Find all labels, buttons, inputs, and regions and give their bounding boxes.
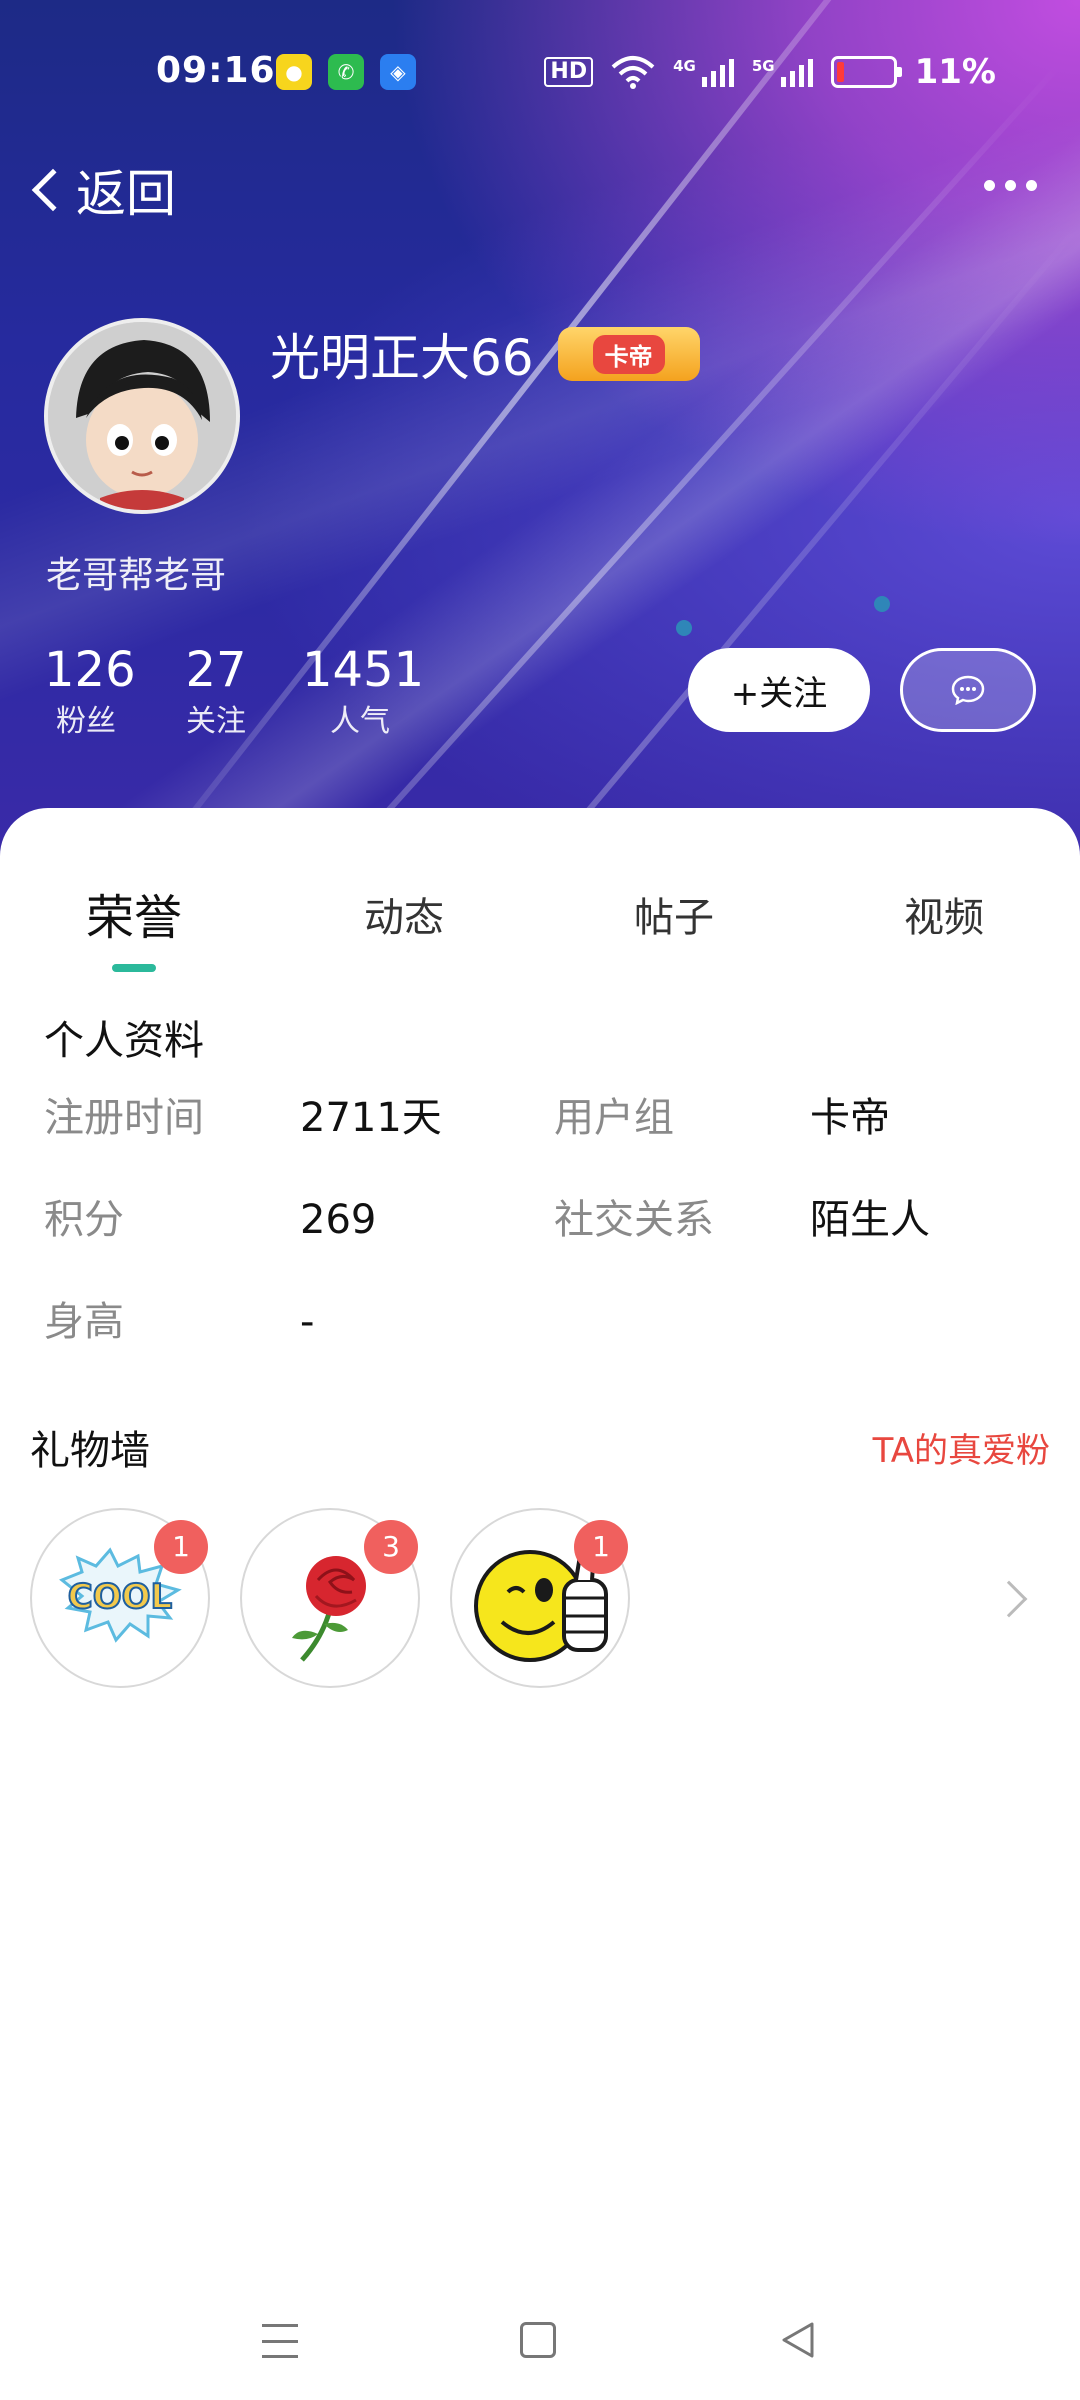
signal-4g-icon: 4G xyxy=(673,57,734,87)
badge-label: 卡帝 xyxy=(592,334,665,374)
back-triangle-icon[interactable] xyxy=(778,2320,818,2360)
user-signature: 老哥帮老哥 xyxy=(46,555,227,596)
profile-header: 09:16 ● ✆ ◈ HD 4G 5G 11% 返回 光明正大66 卡帝 老哥… xyxy=(0,0,1080,860)
stat-fans[interactable]: 126 粉丝 xyxy=(44,640,136,744)
svg-text:COOL: COOL xyxy=(68,1577,172,1617)
tab-label: 视频 xyxy=(904,895,984,941)
notification-app-icon: ● xyxy=(276,54,312,90)
signal-5g-icon: 5G xyxy=(752,57,813,87)
decor-dot xyxy=(874,596,890,612)
battery-percent: 11% xyxy=(914,52,996,92)
tab-label: 荣誉 xyxy=(85,890,182,946)
status-bar: 09:16 ● ✆ ◈ HD 4G 5G 11% xyxy=(0,40,1080,110)
gift-item-cool[interactable]: COOL 1 xyxy=(30,1508,210,1688)
chat-bubble-icon xyxy=(951,675,985,705)
back-label: 返回 xyxy=(76,165,176,223)
stat-label: 粉丝 xyxy=(56,704,116,739)
user-group-badge: 卡帝 xyxy=(557,327,700,381)
system-nav-bar xyxy=(0,2280,1080,2400)
tab-bar: 荣誉 动态 帖子 视频 xyxy=(0,868,1080,978)
shield-app-icon: ◈ xyxy=(380,54,416,90)
info-key-points: 积分 xyxy=(44,1197,124,1243)
gift-item-rose[interactable]: 3 xyxy=(240,1508,420,1688)
stat-value: 1451 xyxy=(302,642,425,698)
follow-button[interactable]: +关注 xyxy=(688,648,870,732)
gift-count-badge: 1 xyxy=(574,1520,628,1574)
avatar-image xyxy=(48,322,236,510)
home-icon[interactable] xyxy=(520,2322,556,2358)
stat-label: 人气 xyxy=(330,704,390,739)
tab-activity[interactable]: 动态 xyxy=(304,868,504,968)
status-time: 09:16 xyxy=(156,50,276,91)
chevron-left-icon xyxy=(31,168,75,212)
content-sheet: 荣誉 动态 帖子 视频 个人资料 注册时间 2711天 用户组 卡帝 积分 26… xyxy=(0,808,1080,2400)
tab-posts[interactable]: 帖子 xyxy=(574,868,774,968)
light-streak xyxy=(123,60,1065,860)
gift-count-badge: 3 xyxy=(364,1520,418,1574)
gift-wall-title: 礼物墙 xyxy=(30,1428,150,1474)
info-key-height: 身高 xyxy=(44,1299,124,1345)
info-key-user-group: 用户组 xyxy=(554,1095,674,1141)
gift-wall-header: 礼物墙 TA的真爱粉 xyxy=(30,1416,1050,1486)
more-options-button[interactable] xyxy=(970,160,1050,210)
username-row: 光明正大66 卡帝 xyxy=(270,318,700,390)
menu-icon[interactable] xyxy=(262,2324,298,2358)
back-button[interactable]: 返回 xyxy=(30,150,176,230)
stat-value: 27 xyxy=(185,642,247,698)
stat-value: 126 xyxy=(44,642,136,698)
personal-info-title: 个人资料 xyxy=(44,1018,204,1064)
wifi-icon xyxy=(611,56,655,89)
info-key-register-time: 注册时间 xyxy=(44,1095,204,1141)
battery-icon xyxy=(830,56,902,88)
hd-icon: HD xyxy=(544,57,594,87)
info-value-register-time: 2711天 xyxy=(300,1095,442,1141)
decor-dot xyxy=(676,620,692,636)
gift-count-badge: 1 xyxy=(154,1520,208,1574)
info-value-user-group: 卡帝 xyxy=(810,1095,890,1141)
chevron-right-icon[interactable] xyxy=(990,1580,1028,1618)
info-value-relation: 陌生人 xyxy=(810,1197,930,1243)
system-icons: HD 4G 5G 11% xyxy=(544,52,996,92)
tab-videos[interactable]: 视频 xyxy=(844,868,1044,968)
stat-following[interactable]: 27 关注 xyxy=(180,640,252,744)
info-value-height: - xyxy=(300,1299,315,1345)
info-key-relation: 社交关系 xyxy=(554,1197,714,1243)
username: 光明正大66 xyxy=(270,329,534,387)
phone-app-icon: ✆ xyxy=(328,54,364,90)
tab-honor[interactable]: 荣誉 xyxy=(34,868,234,972)
avatar[interactable] xyxy=(44,318,240,514)
stat-popularity: 1451 人气 xyxy=(302,640,425,744)
stat-label: 关注 xyxy=(186,704,246,739)
top-fans-link[interactable]: TA的真爱粉 xyxy=(873,1416,1050,1486)
gift-item-thumbs-up[interactable]: 1 xyxy=(450,1508,630,1688)
tab-label: 动态 xyxy=(364,895,444,941)
tab-active-indicator xyxy=(112,964,156,972)
tab-label: 帖子 xyxy=(634,895,714,941)
info-value-points: 269 xyxy=(300,1197,377,1243)
message-button[interactable] xyxy=(900,648,1036,732)
